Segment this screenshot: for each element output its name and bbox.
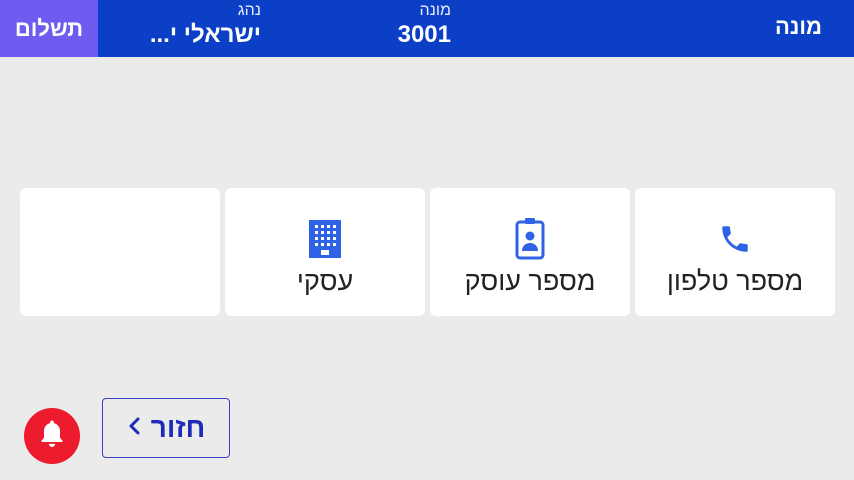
back-label: חזור bbox=[150, 412, 206, 443]
dealer-number-label: מספר עוסק bbox=[464, 266, 596, 296]
phone-number-option[interactable]: מספר טלפון bbox=[635, 188, 835, 316]
phone-number-label: מספר טלפון bbox=[666, 266, 804, 296]
driver-label: נהג bbox=[237, 2, 261, 19]
meter-field: מונה 3001 bbox=[371, 2, 451, 50]
driver-value: ישראלי י... bbox=[149, 21, 261, 48]
meter-label: מונה bbox=[419, 2, 451, 19]
id-badge-icon bbox=[515, 218, 545, 260]
business-option[interactable]: עסקי bbox=[225, 188, 425, 316]
business-label: עסקי bbox=[296, 266, 354, 296]
pay-button[interactable]: תשלום bbox=[0, 0, 98, 57]
bell-icon bbox=[37, 418, 67, 455]
building-icon bbox=[308, 218, 342, 260]
phone-icon bbox=[718, 218, 752, 260]
chevron-left-icon bbox=[127, 416, 141, 441]
top-bar: תשלום נהג ישראלי י... מונה 3001 מונה bbox=[0, 0, 854, 57]
back-button[interactable]: חזור bbox=[102, 398, 230, 458]
meter-value: 3001 bbox=[397, 21, 451, 48]
empty-option[interactable] bbox=[20, 188, 220, 316]
page-title: מונה bbox=[775, 14, 822, 39]
dealer-number-option[interactable]: מספר עוסק bbox=[430, 188, 630, 316]
alert-button[interactable] bbox=[24, 408, 80, 464]
search-options: מספר טלפון מספר עוסק עסקי bbox=[20, 188, 835, 316]
driver-field: נהג ישראלי י... bbox=[121, 2, 261, 50]
